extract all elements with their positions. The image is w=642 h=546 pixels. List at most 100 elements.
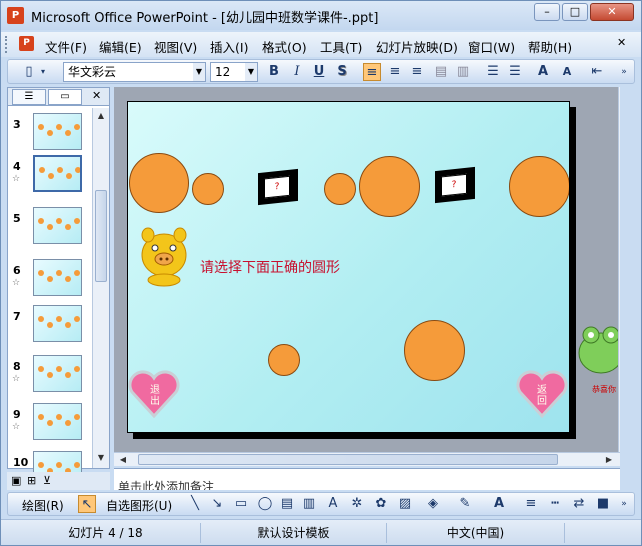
menu-grip[interactable] xyxy=(5,36,9,53)
autoshapes-button[interactable]: 自选图形(U) xyxy=(106,497,172,514)
menu-window[interactable]: 窗口(W) xyxy=(468,37,515,56)
circle-shape[interactable] xyxy=(268,344,300,376)
scroll-right-icon[interactable]: ▶ xyxy=(602,453,616,467)
menu-file[interactable]: 文件(F) xyxy=(45,37,87,56)
oval-tool-icon[interactable]: ◯ xyxy=(256,495,274,513)
maximize-button[interactable]: □ xyxy=(562,3,588,21)
wordart-icon[interactable]: A xyxy=(324,495,342,513)
align-right-icon[interactable]: ≡ xyxy=(408,63,426,81)
align-center-icon[interactable]: ≡ xyxy=(386,63,404,81)
circle-shape[interactable] xyxy=(404,320,465,381)
circle-shape[interactable] xyxy=(324,173,356,205)
line-tool-icon[interactable]: ╲ xyxy=(186,495,204,513)
bold-button[interactable]: B xyxy=(265,63,283,81)
normal-view-icon[interactable]: ▣ xyxy=(11,474,21,487)
font-size-select[interactable]: 12 ▼ xyxy=(210,62,258,82)
scroll-up-icon[interactable]: ▲ xyxy=(619,87,620,101)
thumbnail-preview[interactable] xyxy=(33,207,82,244)
question-box[interactable]: ? xyxy=(258,168,298,206)
textbox-tool-icon[interactable]: ▤ xyxy=(278,495,296,513)
slide-horizontal-scrollbar[interactable]: ◀ ▶ xyxy=(114,452,620,466)
clipart-icon[interactable]: ✿ xyxy=(372,495,390,513)
powerpoint-app-icon[interactable]: P xyxy=(7,7,24,24)
dash-style-icon[interactable]: ┅ xyxy=(546,495,564,513)
scroll-up-icon[interactable]: ▲ xyxy=(94,109,108,123)
toolbar-options-icon[interactable]: ▾ xyxy=(38,63,48,81)
select-pointer-icon[interactable]: ↖ xyxy=(78,495,96,513)
chevron-down-icon[interactable]: ▼ xyxy=(245,63,257,81)
pane-close-icon[interactable]: ✕ xyxy=(92,89,101,102)
toolbar-overflow-icon[interactable]: » xyxy=(618,63,630,81)
minimize-button[interactable]: – xyxy=(534,3,560,21)
design-template[interactable]: 默认设计模板 xyxy=(201,523,387,543)
line-style-icon[interactable]: ≡ xyxy=(522,495,540,513)
vertical-textbox-icon[interactable]: ▥ xyxy=(300,495,318,513)
menu-edit[interactable]: 编辑(E) xyxy=(99,37,142,56)
picture-icon[interactable]: ▨ xyxy=(396,495,414,513)
font-color-icon[interactable]: A xyxy=(490,495,508,513)
menu-format[interactable]: 格式(O) xyxy=(262,37,307,56)
align-left-icon[interactable]: ≡ xyxy=(363,63,381,81)
arrow-tool-icon[interactable]: ↘ xyxy=(208,495,226,513)
line-color-icon[interactable]: ✎ xyxy=(456,495,474,513)
instruction-text[interactable]: 请选择下面正确的圆形 xyxy=(200,257,340,277)
decrease-font-button[interactable]: A xyxy=(558,63,576,81)
diagram-icon[interactable]: ✲ xyxy=(348,495,366,513)
circle-shape[interactable] xyxy=(192,173,224,205)
decrease-indent-icon[interactable]: ⇤ xyxy=(588,63,606,81)
tab-slides[interactable]: ▭ xyxy=(48,89,82,105)
italic-button[interactable]: I xyxy=(288,63,306,81)
thumbnail-preview[interactable] xyxy=(33,355,82,392)
document-close-icon[interactable]: ✕ xyxy=(617,36,626,49)
question-mark: ? xyxy=(264,175,290,199)
pig-mascot-image[interactable] xyxy=(138,225,190,287)
thumbnail-preview[interactable] xyxy=(33,259,82,296)
underline-button[interactable]: U xyxy=(310,63,328,81)
tab-outline[interactable]: ☰ xyxy=(12,89,46,105)
thumbnail-scrollbar[interactable]: ▲ ▼ xyxy=(92,108,109,468)
bullets-icon[interactable]: ☰ xyxy=(506,63,524,81)
rectangle-tool-icon[interactable]: ▭ xyxy=(232,495,250,513)
menu-help[interactable]: 帮助(H) xyxy=(528,37,572,56)
new-document-icon[interactable]: ▯ xyxy=(20,63,38,81)
slide-sorter-icon[interactable]: ⊞ xyxy=(27,474,36,487)
distribute-icon[interactable]: ▥ xyxy=(454,63,472,81)
circle-shape[interactable] xyxy=(509,156,569,217)
thumbnail-preview[interactable] xyxy=(33,403,82,440)
increase-font-button[interactable]: A xyxy=(534,63,552,81)
slide-vertical-scrollbar[interactable]: ▲ ▲ ▼ ▼ xyxy=(618,87,620,465)
scroll-thumb[interactable] xyxy=(138,454,558,465)
slideshow-view-icon[interactable]: ⊻ xyxy=(43,474,51,487)
scroll-down-icon[interactable]: ▼ xyxy=(619,423,620,437)
scroll-thumb[interactable] xyxy=(95,190,107,282)
chevron-down-icon[interactable]: ▼ xyxy=(193,63,205,81)
numbering-icon[interactable]: ☰ xyxy=(484,63,502,81)
scroll-down-icon[interactable]: ▼ xyxy=(94,451,108,465)
fill-color-icon[interactable]: ◈ xyxy=(424,495,442,513)
circle-shape[interactable] xyxy=(129,153,189,213)
notes-pane[interactable]: 单击此处添加备注 xyxy=(114,468,620,490)
circle-shape[interactable] xyxy=(359,156,420,217)
menu-slideshow[interactable]: 幻灯片放映(D) xyxy=(376,37,458,56)
thumbnail-preview[interactable] xyxy=(33,113,82,150)
menu-view[interactable]: 视图(V) xyxy=(154,37,197,56)
frog-image[interactable] xyxy=(575,323,620,379)
question-box[interactable]: ? xyxy=(435,166,475,204)
menu-tools[interactable]: 工具(T) xyxy=(320,37,362,56)
thumbnail-preview[interactable] xyxy=(33,155,82,192)
document-icon[interactable]: P xyxy=(19,36,34,51)
font-name-select[interactable]: 华文彩云 ▼ xyxy=(63,62,206,82)
justify-icon[interactable]: ▤ xyxy=(432,63,450,81)
menu-insert[interactable]: 插入(I) xyxy=(210,37,248,56)
scroll-left-icon[interactable]: ◀ xyxy=(116,453,130,467)
draw-menu-button[interactable]: 绘图(R) xyxy=(22,497,64,514)
shadow-button[interactable]: S xyxy=(333,63,351,81)
shadow-style-icon[interactable]: ■ xyxy=(594,495,612,513)
next-slide-icon[interactable]: ▼ xyxy=(619,437,620,451)
toolbar-overflow-icon[interactable]: » xyxy=(618,495,630,513)
arrow-style-icon[interactable]: ⇄ xyxy=(570,495,588,513)
thumbnail-preview[interactable] xyxy=(33,305,82,342)
pane-tabs: ☰ ▭ ✕ xyxy=(8,88,109,106)
previous-slide-icon[interactable]: ▲ xyxy=(619,409,620,423)
close-button[interactable]: ✕ xyxy=(590,3,634,21)
